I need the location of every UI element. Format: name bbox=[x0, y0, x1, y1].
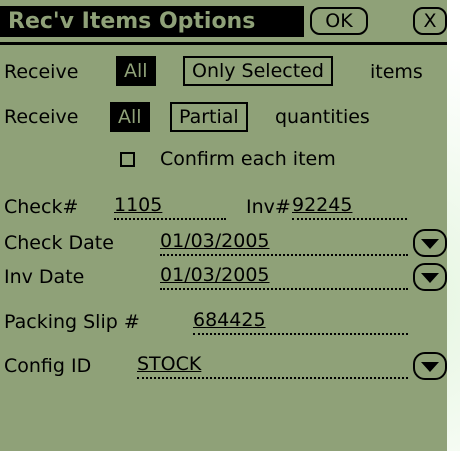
packing-slip-field[interactable]: 684425 bbox=[193, 311, 408, 335]
confirm-label[interactable]: Confirm each item bbox=[160, 150, 336, 169]
inv-date-value: 01/03/2005 bbox=[160, 264, 270, 286]
inv-number-field[interactable]: 92245 bbox=[292, 196, 407, 220]
receive-items-suffix: items bbox=[370, 61, 423, 83]
packing-slip-label: Packing Slip # bbox=[4, 311, 140, 333]
check-date-value: 01/03/2005 bbox=[160, 230, 270, 252]
receive-qty-all-option[interactable]: All bbox=[110, 102, 150, 132]
check-date-label: Check Date bbox=[4, 232, 114, 254]
title-bar: Rec'v Items Options OK X bbox=[0, 0, 447, 45]
receive-items-label: Receive bbox=[4, 61, 79, 83]
check-number-label: Check# bbox=[4, 196, 79, 218]
receive-qty-partial-option[interactable]: Partial bbox=[170, 102, 248, 132]
inv-number-value: 92245 bbox=[292, 194, 353, 216]
device-screen: Rec'v Items Options OK X Receive All Onl… bbox=[0, 0, 447, 451]
config-id-value: STOCK bbox=[137, 353, 202, 375]
config-id-label: Config ID bbox=[4, 355, 92, 377]
receive-items-all-option[interactable]: All bbox=[116, 56, 156, 86]
check-number-value: 1105 bbox=[114, 194, 163, 216]
packing-slip-value: 684425 bbox=[193, 309, 266, 331]
receive-qty-suffix: quantities bbox=[275, 106, 370, 128]
check-date-field[interactable]: 01/03/2005 bbox=[160, 232, 408, 256]
config-id-dropdown-icon[interactable] bbox=[413, 352, 447, 380]
config-id-field[interactable]: STOCK bbox=[137, 355, 408, 379]
dialog-title: Rec'v Items Options bbox=[0, 6, 304, 37]
receive-items-selected-option[interactable]: Only Selected bbox=[183, 56, 333, 86]
inv-date-field[interactable]: 01/03/2005 bbox=[160, 266, 408, 290]
inv-date-dropdown-icon[interactable] bbox=[413, 263, 447, 291]
check-number-field[interactable]: 1105 bbox=[114, 196, 226, 220]
confirm-checkbox[interactable] bbox=[120, 152, 135, 167]
check-date-dropdown-icon[interactable] bbox=[413, 229, 447, 257]
ok-button[interactable]: OK bbox=[310, 7, 368, 35]
inv-date-label: Inv Date bbox=[4, 266, 85, 288]
close-button[interactable]: X bbox=[413, 7, 447, 35]
receive-qty-label: Receive bbox=[4, 106, 79, 128]
inv-number-label: Inv# bbox=[246, 196, 291, 218]
